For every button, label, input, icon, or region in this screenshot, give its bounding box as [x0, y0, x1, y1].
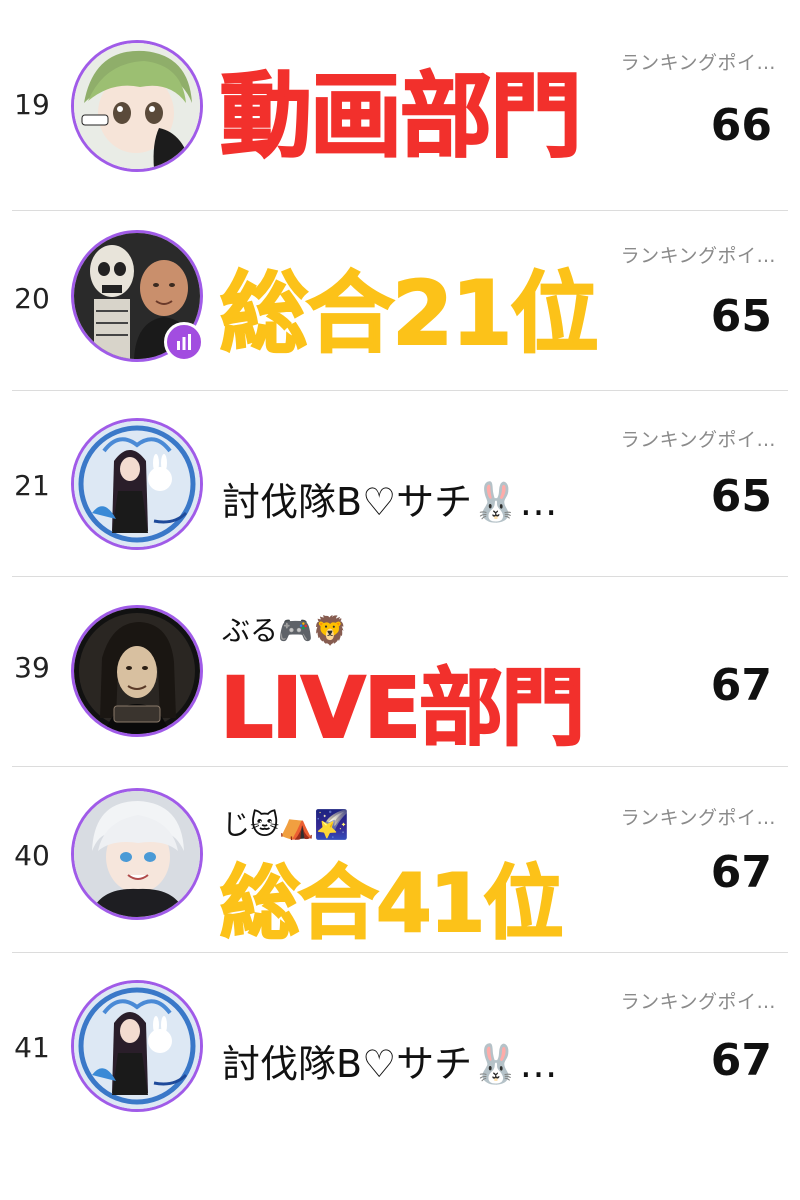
ranking-row[interactable]: 20 総合21位 ランキングポイ… 65: [0, 211, 800, 391]
rank-number: 41: [14, 1031, 50, 1064]
ranking-row[interactable]: 21 討伐隊B♡サチ🐰… ランキングポイ… 65: [0, 391, 800, 576]
avatar[interactable]: [71, 605, 203, 737]
avatar[interactable]: [71, 40, 203, 172]
points-value: 67: [710, 847, 772, 898]
points-label: ランキングポイ…: [620, 52, 776, 74]
ranking-row[interactable]: 19 動画部門 ランキングポイ… 66: [0, 0, 800, 210]
bar-chart-icon: [164, 322, 204, 362]
ranking-row[interactable]: 40 じ🐱⛺🌠 総合41位 ランキングポイ… 67: [0, 767, 800, 952]
points-value: 65: [710, 471, 772, 522]
points-label: ランキングポイ…: [620, 807, 776, 829]
username: 討伐隊B♡サチ🐰…: [222, 1042, 558, 1086]
points-label: ランキングポイ…: [620, 245, 776, 267]
overlay-caption: LIVE部門: [219, 658, 586, 758]
overlay-caption: 総合21位: [219, 261, 599, 366]
overlay-caption: 動画部門: [219, 62, 583, 171]
rank-number: 20: [14, 282, 50, 315]
rank-number: 39: [14, 651, 50, 684]
ranking-row[interactable]: 39 ぶる🎮🦁 LIVE部門 67: [0, 577, 800, 767]
points-label: ランキングポイ…: [620, 991, 776, 1013]
rank-number: 19: [14, 88, 50, 121]
points-value: 65: [710, 291, 772, 342]
avatar[interactable]: [71, 418, 203, 550]
points-value: 67: [710, 1035, 772, 1086]
ranking-list: 19 動画部門 ランキングポイ… 66 20 総合21位 ランキングポイ… 65…: [0, 0, 800, 1200]
points-label: ランキングポイ…: [620, 429, 776, 451]
avatar[interactable]: [71, 788, 203, 920]
ranking-row[interactable]: 41 討伐隊B♡サチ🐰… ランキングポイ… 67: [0, 953, 800, 1200]
username: 討伐隊B♡サチ🐰…: [222, 480, 558, 524]
rank-number: 21: [14, 469, 50, 502]
overlay-caption: 総合41位: [219, 856, 564, 951]
username: じ🐱⛺🌠: [222, 808, 349, 841]
avatar[interactable]: [71, 980, 203, 1112]
points-value: 66: [710, 100, 772, 151]
rank-number: 40: [14, 839, 50, 872]
points-value: 67: [710, 660, 772, 711]
